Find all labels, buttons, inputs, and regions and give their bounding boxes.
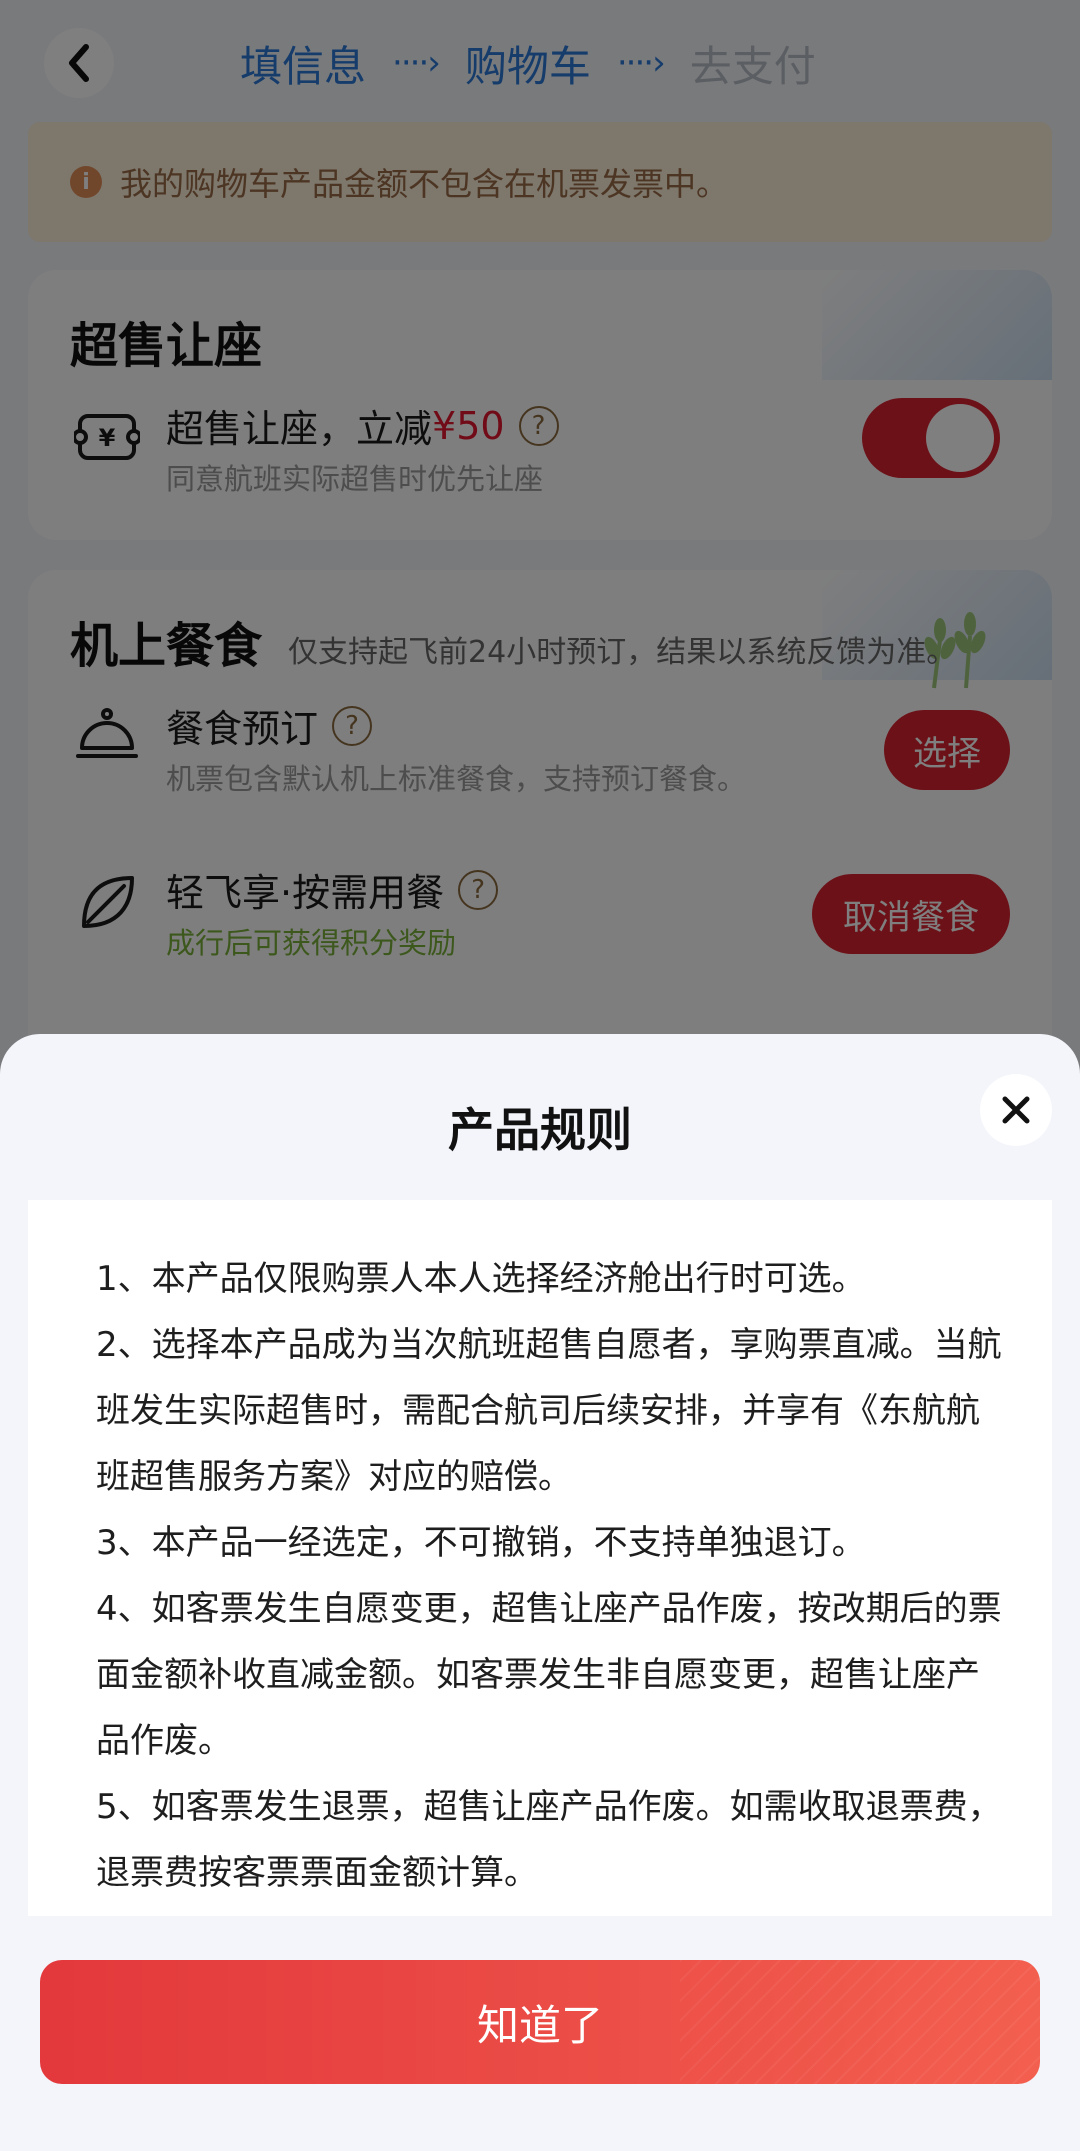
rule-item: 2、选择本产品成为当次航班超售自愿者，享购票直减。当航班发生实际超售时，需配合航… — [96, 1325, 1002, 1497]
rule-item: 5、如客票发生退票，超售让座产品作废。如需收取退票费，退票费按客票票面金额计算。 — [96, 1787, 1002, 1893]
product-rules-sheet: 产品规则 1、本产品仅限购票人本人选择经济舱出行时可选。 2、选择本产品成为当次… — [0, 1034, 1080, 2151]
rule-item: 1、本产品仅限购票人本人选择经济舱出行时可选。 — [96, 1259, 866, 1299]
rules-panel: 1、本产品仅限购票人本人选择经济舱出行时可选。 2、选择本产品成为当次航班超售自… — [28, 1200, 1052, 1916]
rule-item: 4、如客票发生自愿变更，超售让座产品作废，按改期后的票面金额补收直减金额。如客票… — [96, 1589, 1002, 1761]
close-button[interactable] — [980, 1074, 1052, 1146]
sheet-title: 产品规则 — [448, 1103, 632, 1157]
rule-item: 3、本产品一经选定，不可撤销，不支持单独退订。 — [96, 1523, 866, 1563]
got-it-button[interactable]: 知道了 — [40, 1960, 1040, 2084]
close-icon — [1002, 1096, 1030, 1124]
page: 填信息 ····› 购物车 ····› 去支付 i 我的购物车产品金额不包含在机… — [0, 0, 1080, 2151]
rules-text: 1、本产品仅限购票人本人选择经济舱出行时可选。 2、选择本产品成为当次航班超售自… — [96, 1246, 1002, 1906]
